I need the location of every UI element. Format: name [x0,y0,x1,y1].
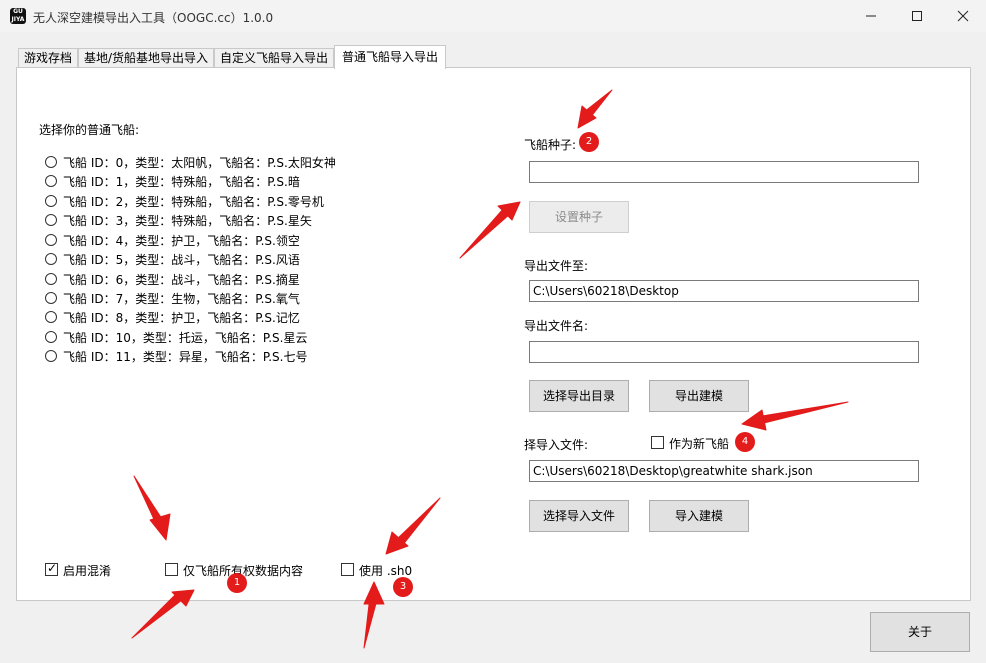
checkmark-icon: ✓ [47,561,58,575]
ship-radio[interactable] [45,156,57,168]
ship-radio[interactable] [45,214,57,226]
tab-custom-ship[interactable]: 自定义飞船导入导出 [214,48,334,68]
ship-radio[interactable] [45,175,57,187]
ship-label[interactable]: 飞船 ID：3，类型：特殊船，飞船名：P.S.星矢 [63,212,312,229]
ship-list-heading: 选择你的普通飞船: [39,123,140,137]
export-model-button[interactable]: 导出建模 [649,380,749,412]
annotation-badge: 1 [227,573,247,593]
tab-panel: 选择你的普通飞船: 飞船 ID：0，类型：太阳帆，飞船名：P.S.太阳女神 飞船… [16,67,971,601]
seed-input[interactable] [529,161,919,183]
ship-label[interactable]: 飞船 ID：4，类型：护卫，飞船名：P.S.领空 [63,232,300,249]
ship-radio[interactable] [45,311,57,323]
import-file-label: 择导入文件: [524,438,589,452]
export-name-input[interactable] [529,341,919,363]
ship-radio[interactable] [45,234,57,246]
choose-export-dir-button[interactable]: 选择导出目录 [529,380,629,412]
ship-radio[interactable] [45,331,57,343]
set-seed-button[interactable]: 设置种子 [529,201,629,233]
as-new-ship-label[interactable]: 作为新飞船 [669,435,729,452]
export-dir-label: 导出文件至: [524,259,589,273]
maximize-button[interactable] [894,0,940,32]
obfuscate-checkbox[interactable]: ✓ [45,561,58,576]
tab-normal-ship[interactable]: 普通飞船导入导出 [334,45,446,69]
annotation-badge: 2 [579,132,599,152]
annotation-badge: 3 [393,577,413,597]
ship-label[interactable]: 飞船 ID：8，类型：护卫，飞船名：P.S.记忆 [63,309,300,326]
window-title: 无人深空建模导出入工具（OOGC.cc）1.0.0 [33,11,274,25]
ship-label[interactable]: 飞船 ID：5，类型：战斗，飞船名：P.S.风语 [63,251,300,268]
maximize-icon [912,11,922,21]
about-button[interactable]: 关于 [870,612,970,652]
import-model-button[interactable]: 导入建模 [649,500,749,532]
export-name-label: 导出文件名: [524,319,589,333]
ship-label[interactable]: 飞船 ID：7，类型：生物，飞船名：P.S.氧气 [63,290,300,307]
owner-only-checkbox[interactable] [165,563,178,576]
export-dir-input[interactable]: C:\Users\60218\Desktop [529,280,919,302]
import-file-input[interactable]: C:\Users\60218\Desktop\greatwhite shark.… [529,460,919,482]
ship-radio[interactable] [45,195,57,207]
close-button[interactable] [940,0,986,32]
ship-label[interactable]: 飞船 ID：2，类型：特殊船，飞船名：P.S.零号机 [63,193,324,210]
minimize-button[interactable] [848,0,894,32]
ship-radio[interactable] [45,253,57,265]
ship-radio[interactable] [45,273,57,285]
app-logo-icon: GU JIYA [10,8,26,24]
choose-import-file-button[interactable]: 选择导入文件 [529,500,629,532]
obfuscate-label[interactable]: 启用混淆 [63,562,111,579]
ship-label[interactable]: 飞船 ID：1，类型：特殊船，飞船名：P.S.暗 [63,173,300,190]
minimize-icon [866,15,876,17]
seed-label: 飞船种子: [524,138,577,152]
annotation-arrow [363,595,379,649]
annotation-badge: 4 [735,432,755,452]
title-bar: GU JIYA 无人深空建模导出入工具（OOGC.cc）1.0.0 [0,0,986,32]
use-sh0-checkbox[interactable] [341,563,354,576]
ship-label[interactable]: 飞船 ID：10，类型：托运，飞船名：P.S.星云 [63,329,307,346]
tab-base-freighter[interactable]: 基地/货船基地导出导入 [78,48,214,68]
tab-game-save[interactable]: 游戏存档 [18,48,78,68]
ship-radio[interactable] [45,292,57,304]
ship-label[interactable]: 飞船 ID：11，类型：异星，飞船名：P.S.七号 [63,348,307,365]
ship-radio[interactable] [45,350,57,362]
as-new-ship-checkbox[interactable] [651,436,664,449]
close-icon [957,10,969,22]
ship-label[interactable]: 飞船 ID：0，类型：太阳帆，飞船名：P.S.太阳女神 [63,154,336,171]
ship-label[interactable]: 飞船 ID：6，类型：战斗，飞船名：P.S.摘星 [63,271,300,288]
